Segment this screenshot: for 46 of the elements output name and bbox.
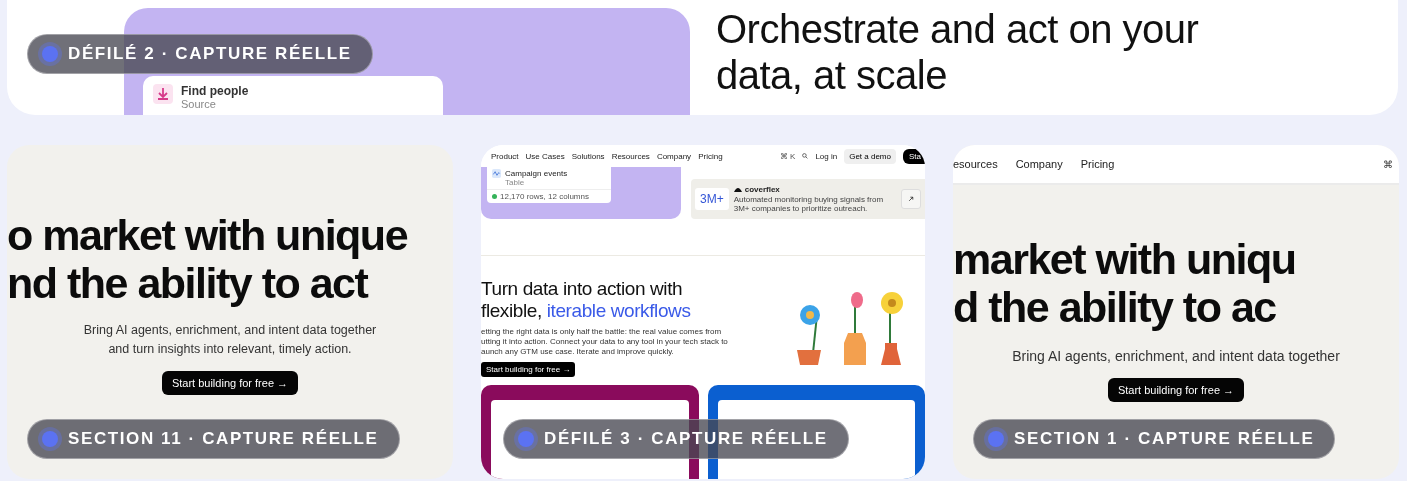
hero-description: Bring AI agents, enrichment, and intent data together and turn insights into relevant, timely action. bbox=[83, 322, 377, 358]
caption-text: DÉFILÉ 3 · CAPTURE RÉELLE bbox=[544, 429, 828, 449]
start-button[interactable]: Start building for free → bbox=[161, 371, 299, 395]
nav-link[interactable]: Resources bbox=[611, 151, 650, 161]
arrow-icon bbox=[908, 196, 914, 202]
hero-description: Bring AI agents, enrichment, and intent data together bbox=[1012, 347, 1340, 366]
search-icon[interactable] bbox=[802, 153, 809, 159]
source-title: Find people bbox=[181, 84, 249, 98]
hero-heading: Orchestrate and act on your data, at scale bbox=[716, 6, 1200, 99]
login-link[interactable]: Log in bbox=[815, 151, 838, 161]
demo-button[interactable]: Get a demo bbox=[844, 148, 896, 164]
source-label: Source bbox=[181, 98, 217, 110]
command-key-icon[interactable]: ⌘ bbox=[1383, 158, 1393, 170]
caption-text: DÉFILÉ 2 · CAPTURE RÉELLE bbox=[68, 44, 352, 64]
table-meta: 12,170 rows, 12 columns bbox=[500, 192, 589, 201]
hero-heading: o market with unique nd the ability to act bbox=[7, 211, 408, 307]
nav-link[interactable]: Pricing bbox=[698, 151, 723, 161]
nav-link[interactable]: Use Cases bbox=[525, 151, 565, 161]
status-dot-icon bbox=[492, 194, 497, 199]
dot-icon bbox=[42, 46, 58, 62]
cloud-icon bbox=[733, 187, 742, 192]
dot-icon bbox=[988, 431, 1004, 447]
download-icon bbox=[153, 84, 173, 104]
nav-link[interactable]: Product bbox=[491, 151, 519, 161]
stat-description: Automated monitoring buying signals from 3M+ companies to prioritize outreach. bbox=[733, 195, 885, 213]
stat-value: 3M+ bbox=[695, 188, 729, 210]
start-button[interactable]: Start building for free → bbox=[481, 362, 576, 377]
dot-icon bbox=[518, 431, 534, 447]
activity-icon bbox=[492, 169, 501, 178]
section-heading: Turn data into action with flexible, iterable workflows bbox=[481, 278, 692, 322]
nav-link[interactable]: Company bbox=[656, 151, 692, 161]
nav-link[interactable]: Solutions bbox=[571, 151, 605, 161]
start-button[interactable]: Start building for free → bbox=[1107, 378, 1245, 402]
nav-link[interactable]: Company bbox=[1015, 158, 1063, 170]
dot-icon bbox=[42, 431, 58, 447]
section-description: etting the right data is only half the battle: the real value comes from utting it into action. Connect your data to any tool in your tech stack to aunch any GTM use case. Iterate and improve quickly. bbox=[481, 327, 728, 357]
shortcut-keys: ⌘ K bbox=[779, 151, 796, 161]
start-button[interactable]: Sta bbox=[903, 148, 925, 164]
table-title: Campaign events bbox=[505, 169, 568, 178]
caption-text: SECTION 11 · CAPTURE RÉELLE bbox=[68, 429, 379, 449]
hero-heading: market with uniqu d the ability to ac bbox=[953, 235, 1296, 331]
caption-text: SECTION 1 · CAPTURE RÉELLE bbox=[1014, 429, 1315, 449]
nav-link[interactable]: Pricing bbox=[1080, 158, 1115, 170]
nav-link[interactable]: esources bbox=[953, 158, 998, 170]
brand-name: coverflex bbox=[744, 185, 780, 194]
table-label: Table bbox=[505, 178, 526, 187]
